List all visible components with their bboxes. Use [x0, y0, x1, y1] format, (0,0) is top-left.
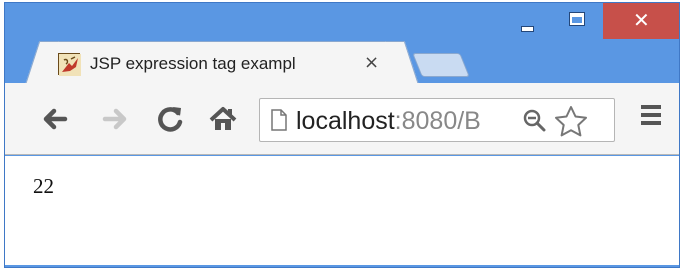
home-icon[interactable] — [205, 101, 241, 137]
back-arrow-icon[interactable] — [37, 101, 73, 137]
toolbar: localhost:8080/B — [5, 83, 679, 155]
reload-icon[interactable] — [153, 101, 189, 137]
url-rest: :8080/B — [394, 107, 481, 135]
magnifier-minus-icon[interactable] — [522, 108, 546, 132]
page-content: 22 — [5, 156, 679, 265]
window-frame: ✕ JSP expression tag exampl × localhost:… — [4, 2, 680, 268]
close-icon: ✕ — [633, 8, 650, 32]
document-icon — [270, 109, 288, 131]
tab-active[interactable]: JSP expression tag exampl × — [41, 41, 403, 85]
java-coffee-icon — [58, 53, 81, 76]
minimize-button[interactable] — [505, 3, 551, 39]
url-text[interactable]: localhost:8080/B — [296, 105, 508, 137]
title-bar[interactable]: ✕ — [5, 3, 679, 43]
hamburger-menu-icon[interactable] — [641, 105, 663, 129]
address-bar[interactable]: localhost:8080/B — [259, 98, 615, 142]
menu-bar — [641, 105, 661, 109]
maximize-icon — [570, 13, 584, 25]
minimize-icon — [522, 27, 533, 31]
browser-window: ✕ JSP expression tag exampl × localhost:… — [0, 0, 683, 270]
forward-arrow-icon[interactable] — [97, 101, 133, 137]
tab-close-icon[interactable]: × — [364, 52, 379, 74]
close-window-button[interactable]: ✕ — [603, 3, 679, 39]
star-outline-icon[interactable] — [554, 105, 588, 137]
menu-bar — [641, 121, 661, 125]
menu-bar — [641, 113, 661, 117]
tab-title: JSP expression tag exampl — [90, 54, 296, 73]
page-output-text: 22 — [33, 174, 54, 198]
url-host: localhost — [296, 107, 395, 135]
new-tab-button[interactable] — [412, 53, 470, 77]
maximize-button[interactable] — [554, 3, 600, 39]
